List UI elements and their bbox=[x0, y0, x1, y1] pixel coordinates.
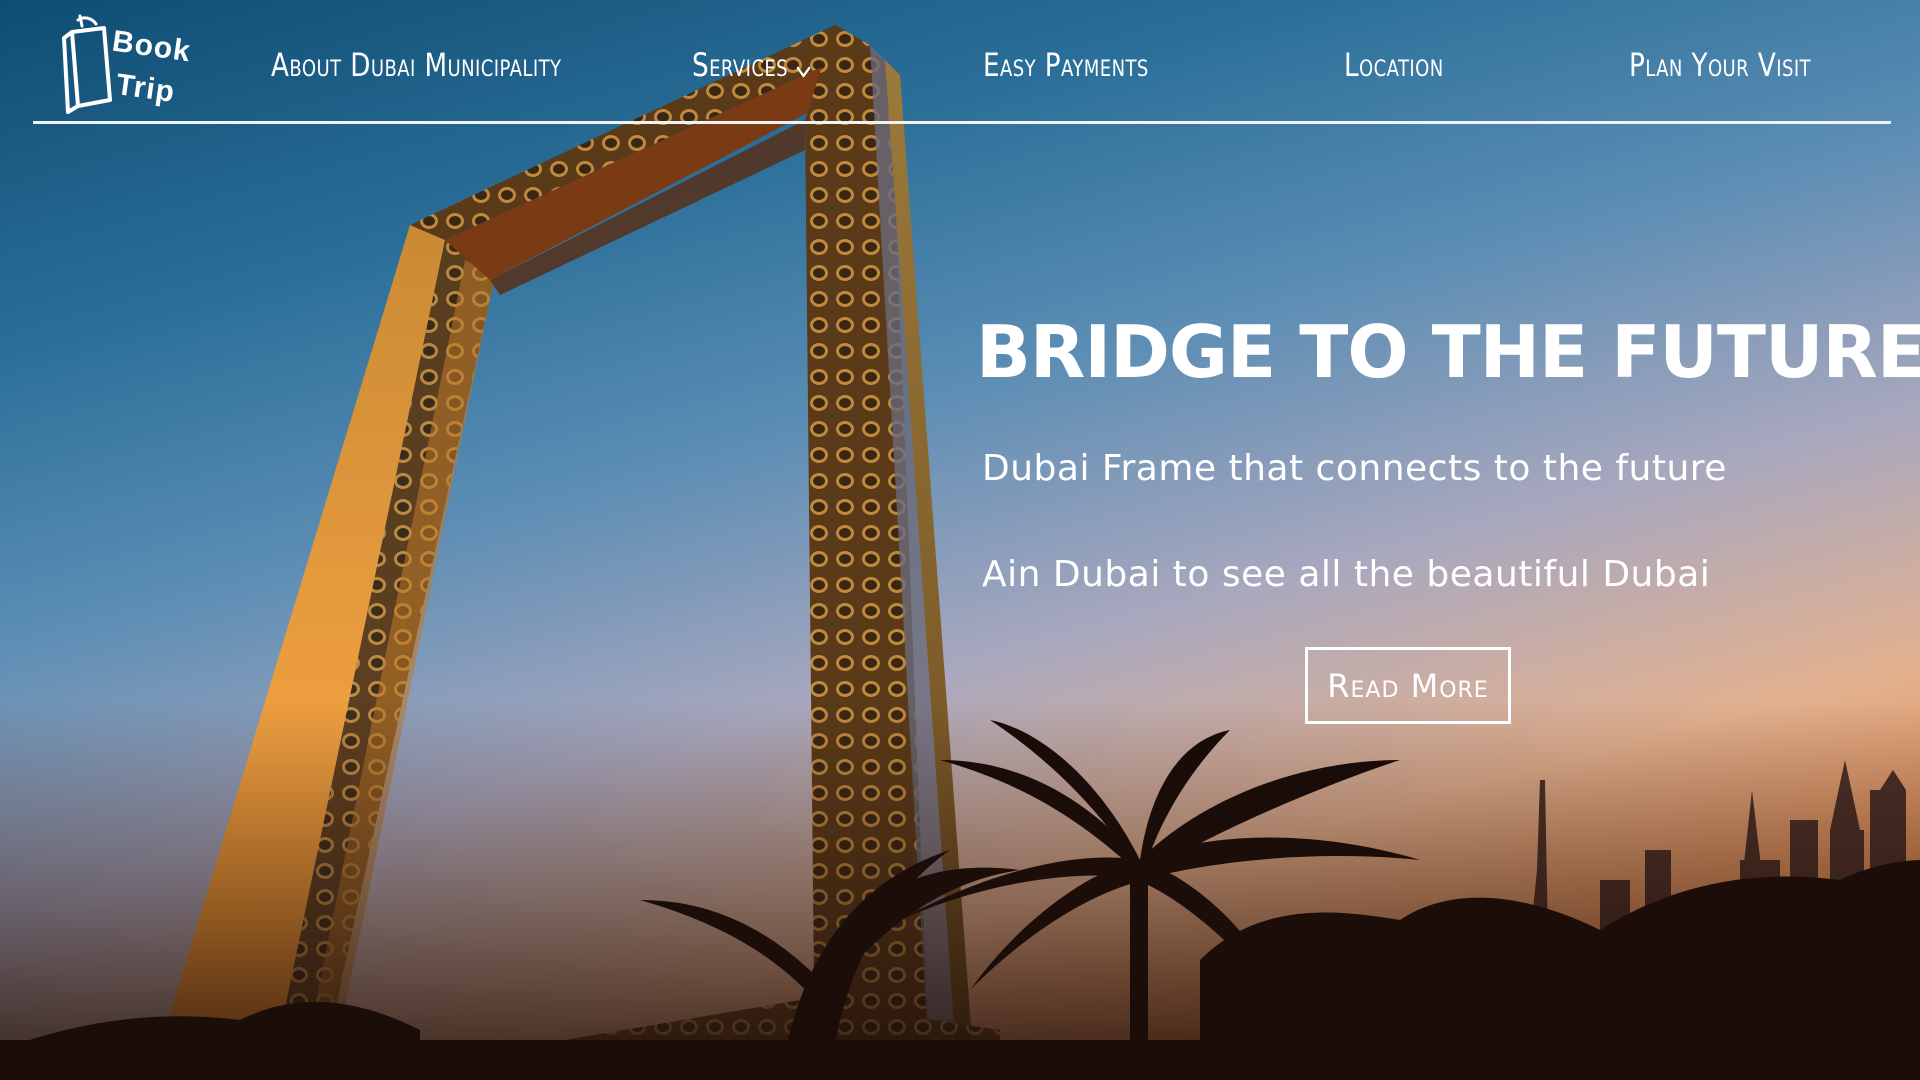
nav-services-label: Services bbox=[692, 46, 788, 84]
chevron-down-icon[interactable] bbox=[796, 48, 811, 86]
hero-line-dubai-frame: Dubai Frame that connects to the future bbox=[982, 448, 1727, 489]
nav-services[interactable]: Services bbox=[692, 46, 811, 86]
nav-plan-your-visit[interactable]: Plan Your Visit bbox=[1629, 46, 1811, 84]
nav-easy-payments[interactable]: Easy Payments bbox=[983, 46, 1149, 84]
hero-headline: BRIDGE TO THE FUTURE bbox=[976, 310, 1920, 394]
dubai-frame-scene bbox=[0, 25, 1920, 1080]
read-more-button[interactable]: Read More bbox=[1305, 647, 1511, 724]
nav-divider bbox=[33, 121, 1891, 124]
hero-background bbox=[0, 0, 1920, 1080]
nav-about-dubai-municipality[interactable]: About Dubai Municipality bbox=[271, 46, 561, 84]
main-nav: About Dubai Municipality Services Easy P… bbox=[0, 46, 1920, 96]
nav-location[interactable]: Location bbox=[1344, 46, 1444, 84]
hero-line-ain-dubai: Ain Dubai to see all the beautiful Dubai bbox=[982, 554, 1711, 595]
